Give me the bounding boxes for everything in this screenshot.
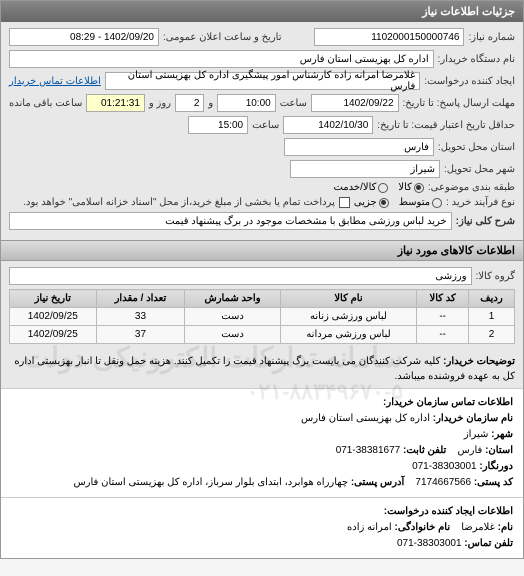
contact-buyer-section: اطلاعات تماس سازمان خریدار: نام سازمان خ… (1, 388, 523, 497)
cell-name: لباس ورزشی زنانه (280, 308, 417, 326)
cell-code: -- (417, 326, 469, 344)
city-label: شهر محل تحویل: (444, 164, 515, 175)
number-label: شماره نیاز: (468, 32, 515, 43)
address-label: آدرس پستی: (351, 477, 404, 488)
contact-creator-title: اطلاعات ایجاد کننده درخواست: (384, 506, 513, 517)
fax-label: دورنگار: (479, 461, 513, 472)
days-field: 2 (175, 94, 204, 112)
city-field: شیراز (290, 160, 440, 178)
creator-phone-value: 38303001-071 (397, 538, 462, 549)
city2-value: شیراز (464, 429, 489, 440)
summary-label: شرح کلی نیاز: (456, 216, 515, 227)
province-label: استان محل تحویل: (438, 142, 515, 153)
reply-time-label: ساعت (280, 98, 307, 109)
postal-value: 7174667566 (415, 477, 471, 488)
postal-label: کد پستی: (474, 477, 513, 488)
cell-row: 1 (469, 308, 515, 326)
radio-partial[interactable]: جزیی (354, 197, 389, 208)
creator-label: ایجاد کننده درخواست: (424, 76, 515, 87)
buyer-notes-text: کلیه شرکت کنندگان می بایست برگ پیشنهاد ق… (14, 356, 515, 382)
announce-field: 1402/09/20 - 08:29 (9, 28, 159, 46)
price-date-field: 1402/10/30 (283, 116, 373, 134)
cell-unit: دست (185, 308, 280, 326)
radio-medium[interactable]: متوسط (399, 197, 442, 208)
buyer-org-label: نام دستگاه خریدار: (438, 54, 515, 65)
buy-type-label: نوع فرآیند خرید : (446, 197, 515, 208)
phone-label: تلفن ثابت: (403, 445, 446, 456)
category-label: طبقه بندی موضوعی: (428, 182, 515, 193)
cell-name: لباس ورزشی مردانه (280, 326, 417, 344)
city2-label: شهر: (491, 429, 513, 440)
cell-qty: 37 (96, 326, 185, 344)
col-row: ردیف (469, 290, 515, 308)
org-value: اداره کل بهزیستی استان فارس (301, 413, 430, 424)
treasury-checkbox[interactable] (339, 197, 350, 208)
reply-deadline-label: مهلت ارسال پاسخ: تا تاریخ: (403, 98, 515, 109)
cell-code: -- (417, 308, 469, 326)
days-and-label: و (208, 98, 213, 109)
price-deadline-label: حداقل تاریخ اعتبار قیمت: تا تاریخ: (377, 120, 515, 131)
countdown-suffix-label: ساعت باقی مانده (9, 98, 82, 109)
radio-dot-icon (379, 198, 389, 208)
reply-time-field: 10:00 (217, 94, 275, 112)
buyer-notes: توضیحات خریدار: کلیه شرکت کنندگان می بای… (1, 350, 523, 388)
fax-value: 38303001-071 (412, 461, 477, 472)
days-suffix-label: روز و (149, 98, 171, 109)
price-time-field: 15:00 (188, 116, 248, 134)
contact-creator-section: اطلاعات ایجاد کننده درخواست: نام: غلامرض… (1, 497, 523, 558)
phone-value: 38381677-071 (336, 445, 401, 456)
creator-phone-label: تلفن تماس: (464, 538, 513, 549)
radio-dot-icon (378, 183, 388, 193)
province-field: فارس (284, 138, 434, 156)
countdown-field: 01:21:31 (86, 94, 144, 112)
summary-field: خرید لباس ورزشی مطابق با مشخصات موجود در… (9, 212, 452, 230)
radio-partial-label: جزیی (354, 197, 377, 208)
org-label: نام سازمان خریدار: (433, 413, 513, 424)
province2-label: استان: (485, 445, 513, 456)
treasury-note: پرداخت تمام یا بخشی از مبلغ خرید،از محل … (23, 197, 335, 208)
radio-service-label: کالا/خدمت (333, 182, 376, 193)
last-value: امرانه زاده (347, 522, 392, 533)
creator-field: غلامرضا امرانه زاده کارشناس امور پیشگیری… (105, 72, 420, 90)
radio-medium-label: متوسط (399, 197, 430, 208)
buyer-org-field: اداره کل بهزیستی استان فارس (9, 50, 434, 68)
cell-row: 2 (469, 326, 515, 344)
radio-service[interactable]: کالا/خدمت (333, 182, 388, 193)
number-field: 1102000150000746 (314, 28, 464, 46)
col-name: نام کالا (280, 290, 417, 308)
province2-value: فارس (457, 445, 482, 456)
announce-label: تاریخ و ساعت اعلان عمومی: (163, 32, 282, 43)
cell-date: 1402/09/25 (10, 326, 97, 344)
goods-group-field: ورزشی (9, 267, 472, 285)
table-row: 1 -- لباس ورزشی زنانه دست 33 1402/09/25 (10, 308, 515, 326)
panel-title: جزئیات اطلاعات نیاز (1, 1, 523, 22)
radio-dot-icon (414, 183, 424, 193)
buyer-contact-link[interactable]: اطلاعات تماس خریدار (9, 76, 101, 87)
price-time-label: ساعت (252, 120, 279, 131)
reply-date-field: 1402/09/22 (311, 94, 399, 112)
category-radio-group: کالا کالا/خدمت (333, 182, 423, 193)
cell-date: 1402/09/25 (10, 308, 97, 326)
goods-table: ردیف کد کالا نام کالا واحد شمارش تعداد /… (9, 289, 515, 344)
first-value: غلامرضا (461, 522, 495, 533)
radio-goods[interactable]: کالا (398, 182, 424, 193)
radio-dot-icon (432, 198, 442, 208)
buyer-notes-label: توضیحات خریدار: (443, 356, 515, 367)
first-label: نام: (498, 522, 513, 533)
col-unit: واحد شمارش (185, 290, 280, 308)
radio-goods-label: کالا (398, 182, 412, 193)
table-row: 2 -- لباس ورزشی مردانه دست 37 1402/09/25 (10, 326, 515, 344)
table-header-row: ردیف کد کالا نام کالا واحد شمارش تعداد /… (10, 290, 515, 308)
contact-buyer-title: اطلاعات تماس سازمان خریدار: (383, 397, 513, 408)
col-qty: تعداد / مقدار (96, 290, 185, 308)
address-value: چهارراه هوابرد، ابتدای بلوار سرباز، ادار… (73, 477, 348, 488)
goods-section-title: اطلاعات کالاهای مورد نیاز (1, 240, 523, 261)
col-code: کد کالا (417, 290, 469, 308)
buy-type-radio-group: متوسط جزیی (354, 197, 442, 208)
goods-group-label: گروه کالا: (476, 271, 515, 282)
col-date: تاریخ نیاز (10, 290, 97, 308)
last-label: نام خانوادگی: (394, 522, 450, 533)
cell-unit: دست (185, 326, 280, 344)
cell-qty: 33 (96, 308, 185, 326)
